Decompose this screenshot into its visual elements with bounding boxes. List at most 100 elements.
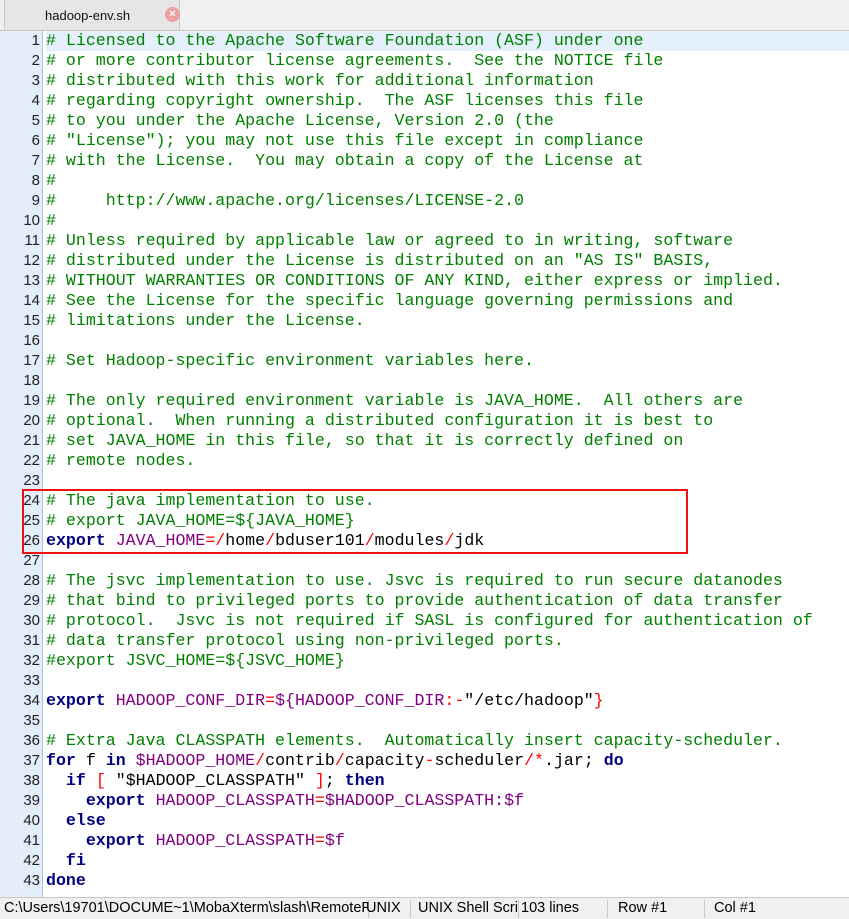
line-number: 1 [31, 32, 40, 49]
tab-hadoop-env[interactable]: hadoop-env.sh × [4, 0, 180, 30]
code-line[interactable]: 32 #export JSVC_HOME=${JSVC_HOME} [0, 651, 849, 671]
line-code: # The jsvc implementation to use. Jsvc i… [46, 571, 849, 591]
code-token: for [46, 751, 76, 770]
code-token: HADOOP_CONF_DIR [115, 691, 266, 710]
line-code: #export JSVC_HOME=${JSVC_HOME} [46, 651, 849, 671]
code-line[interactable]: 21 # set JAVA_HOME in this file, so that … [0, 431, 849, 451]
code-line[interactable]: 5 # to you under the Apache License, Vers… [0, 111, 849, 131]
line-number: 37 [23, 752, 40, 769]
code-editor[interactable]: 1 # Licensed to the Apache Software Found… [0, 31, 849, 897]
code-token: = [314, 791, 325, 810]
code-token: # that bind to privileged ports to provi… [46, 591, 783, 610]
code-line[interactable]: 28 # The jsvc implementation to use. Jsvc… [0, 571, 849, 591]
line-code: # [46, 211, 849, 231]
tab-bar: hadoop-env.sh × [0, 0, 849, 31]
code-line[interactable]: 37 for f in $HADOOP_HOME/contrib/capacity… [0, 751, 849, 771]
code-token: # optional. When running a distributed c… [46, 411, 714, 430]
line-number: 10 [23, 212, 40, 229]
code-line[interactable]: 3 # distributed with this work for additi… [0, 71, 849, 91]
code-line[interactable]: 38 if [ "$HADOOP_CLASSPATH" ]; then [0, 771, 849, 791]
code-token: # WITHOUT WARRANTIES OR CONDITIONS OF AN… [46, 271, 783, 290]
code-token: in [105, 751, 126, 770]
line-code: # with the License. You may obtain a cop… [46, 151, 849, 171]
code-line[interactable]: 12 # distributed under the License is dis… [0, 251, 849, 271]
code-line[interactable]: 1 # Licensed to the Apache Software Found… [0, 31, 849, 51]
code-line[interactable]: 22 # remote nodes. [0, 451, 849, 471]
line-number: 31 [23, 632, 40, 649]
line-code: export HADOOP_CLASSPATH=$f [46, 831, 849, 851]
line-number: 35 [23, 712, 40, 729]
code-line[interactable]: 40 else [0, 811, 849, 831]
code-token: $HADOOP_CLASSPATH:$f [324, 791, 525, 810]
tab-label: hadoop-env.sh [45, 8, 131, 23]
line-number: 36 [23, 732, 40, 749]
code-token: # http://www.apache.org/licenses/LICENSE… [46, 191, 524, 210]
code-line[interactable]: 31 # data transfer protocol using non-pri… [0, 631, 849, 651]
code-line[interactable]: 20 # optional. When running a distributed… [0, 411, 849, 431]
code-line[interactable]: 11 # Unless required by applicable law or… [0, 231, 849, 251]
line-number: 13 [23, 272, 40, 289]
code-token: do [603, 751, 624, 770]
code-token: scheduler [434, 751, 525, 770]
line-code: done [46, 871, 849, 891]
code-token: # "License"); you may not use this file … [46, 131, 644, 150]
line-number: 28 [23, 572, 40, 589]
line-number: 27 [23, 552, 40, 569]
code-token: # The jsvc implementation to use. Jsvc i… [46, 571, 783, 590]
code-token: else [65, 811, 106, 830]
code-line[interactable]: 2 # or more contributor license agreement… [0, 51, 849, 71]
line-code: # http://www.apache.org/licenses/LICENSE… [46, 191, 849, 211]
code-line[interactable]: 18 [0, 371, 849, 391]
line-code: if [ "$HADOOP_CLASSPATH" ]; then [46, 771, 849, 791]
code-token: # to you under the Apache License, Versi… [46, 111, 554, 130]
code-line[interactable]: 15 # limitations under the License. [0, 311, 849, 331]
code-line[interactable]: 6 # "License"); you may not use this file… [0, 131, 849, 151]
line-code: # Unless required by applicable law or a… [46, 231, 849, 251]
code-line[interactable]: 14 # See the License for the specific lan… [0, 291, 849, 311]
code-token: # distributed under the License is distr… [46, 251, 714, 270]
code-line[interactable]: 39 export HADOOP_CLASSPATH=$HADOOP_CLASS… [0, 791, 849, 811]
code-line[interactable]: 4 # regarding copyright ownership. The AS… [0, 91, 849, 111]
line-number: 42 [23, 852, 40, 869]
code-line[interactable]: 13 # WITHOUT WARRANTIES OR CONDITIONS OF … [0, 271, 849, 291]
code-token: # See the License for the specific langu… [46, 291, 734, 310]
code-line[interactable]: 42 fi [0, 851, 849, 871]
line-number: 21 [23, 432, 40, 449]
code-line[interactable]: 10 # [0, 211, 849, 231]
code-line[interactable]: 43 done [0, 871, 849, 891]
code-token: # [46, 211, 56, 230]
close-icon[interactable]: × [165, 7, 180, 22]
code-line[interactable]: 30 # protocol. Jsvc is not required if SA… [0, 611, 849, 631]
code-line[interactable]: 27 [0, 551, 849, 571]
code-line[interactable]: 36 # Extra Java CLASSPATH elements. Autom… [0, 731, 849, 751]
code-token: fi [65, 851, 86, 870]
code-token: # Licensed to the Apache Software Founda… [46, 31, 644, 50]
code-line[interactable]: 35 [0, 711, 849, 731]
code-token: # remote nodes. [46, 451, 196, 470]
code-line[interactable]: 7 # with the License. You may obtain a co… [0, 151, 849, 171]
code-line[interactable]: 23 [0, 471, 849, 491]
line-code: # [46, 171, 849, 191]
code-line[interactable]: 29 # that bind to privileged ports to pro… [0, 591, 849, 611]
code-line[interactable]: 34 export HADOOP_CONF_DIR=${HADOOP_CONF_D… [0, 691, 849, 711]
line-code: # Set Hadoop-specific environment variab… [46, 351, 849, 371]
code-line[interactable]: 19 # The only required environment variab… [0, 391, 849, 411]
line-code: for f in $HADOOP_HOME/contrib/capacity-s… [46, 751, 849, 771]
code-line[interactable]: 9 # http://www.apache.org/licenses/LICENS… [0, 191, 849, 211]
line-number: 6 [31, 132, 40, 149]
code-line[interactable]: 17 # Set Hadoop-specific environment vari… [0, 351, 849, 371]
code-token: f [75, 751, 106, 770]
line-number: 7 [31, 152, 40, 169]
line-number: 18 [23, 372, 40, 389]
code-line[interactable]: 8 # [0, 171, 849, 191]
code-line[interactable]: 33 [0, 671, 849, 691]
code-line[interactable]: 41 export HADOOP_CLASSPATH=$f [0, 831, 849, 851]
line-code: # Extra Java CLASSPATH elements. Automat… [46, 731, 849, 751]
code-line[interactable]: 16 [0, 331, 849, 351]
